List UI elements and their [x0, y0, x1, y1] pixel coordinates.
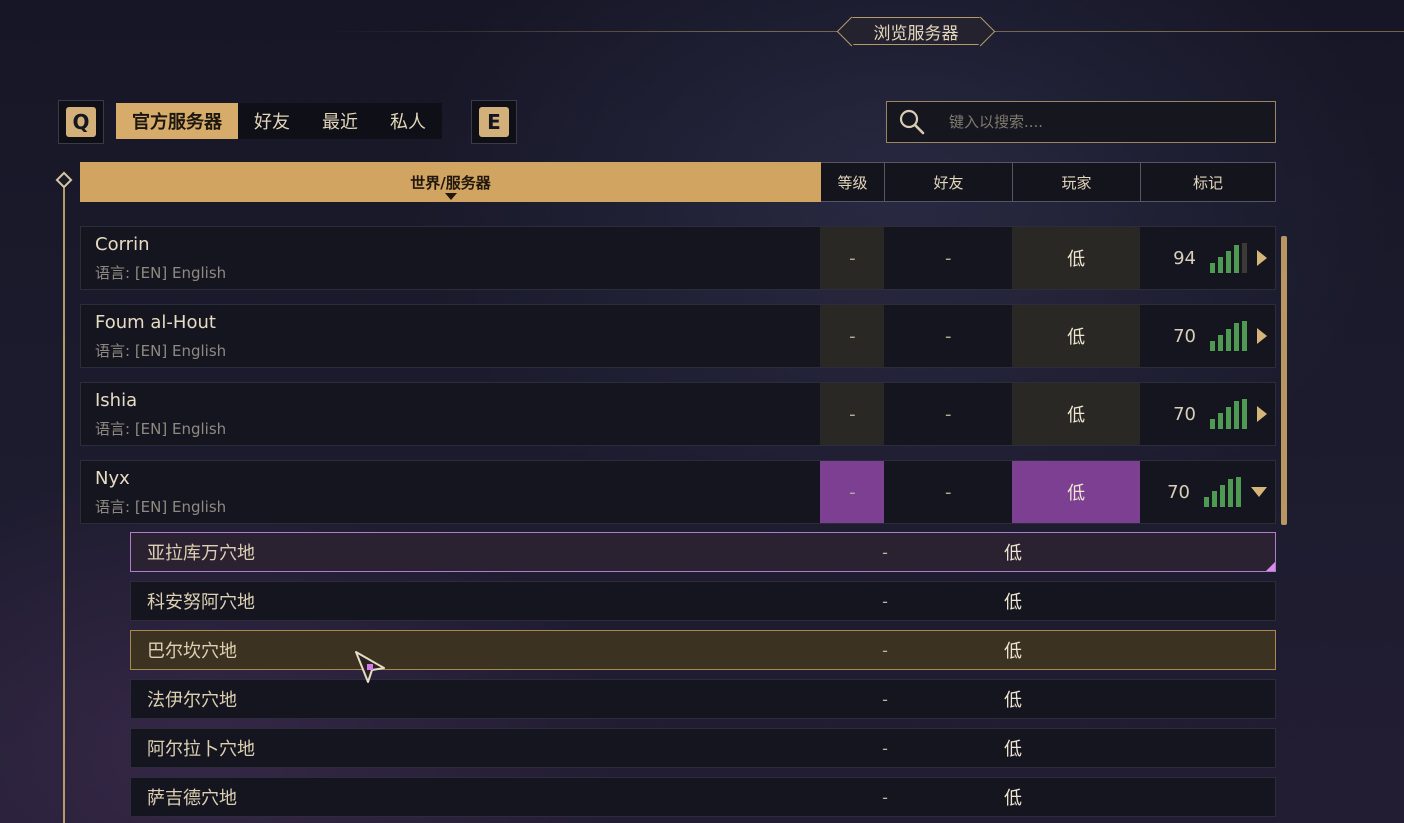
server-level: -: [820, 227, 885, 289]
server-friends: -: [945, 325, 952, 347]
page-title: 浏览服务器: [851, 17, 981, 45]
q-key-icon: Q: [66, 107, 96, 137]
signal-bars-icon: [1204, 477, 1241, 507]
tab-recent[interactable]: 最近: [306, 103, 374, 139]
server-row-nyx[interactable]: Nyx 语言: [EN] English - - 低 70: [80, 460, 1276, 524]
sub-server-friends: -: [882, 591, 888, 611]
server-language: 语言: [EN] English: [95, 341, 227, 360]
column-header-world-sorted[interactable]: 世界/服务器: [80, 162, 821, 202]
column-header-friends[interactable]: 好友: [885, 162, 1013, 202]
server-name: Foum al-Hout: [95, 311, 216, 333]
scrollbar[interactable]: [1281, 236, 1287, 525]
sub-server-name: 巴尔坎穴地: [147, 641, 237, 662]
sub-server-row[interactable]: 萨吉德穴地 - 低: [130, 777, 1276, 817]
server-ping: 70: [1173, 325, 1196, 347]
server-world-cell: Corrin 语言: [EN] English: [81, 227, 820, 289]
search-icon: [899, 109, 925, 135]
sub-server-players: 低: [1004, 543, 1022, 564]
sub-server-players: 低: [1004, 592, 1022, 613]
server-friends: -: [945, 481, 952, 503]
sub-server-friends: -: [882, 738, 888, 758]
server-players: 低: [1012, 461, 1141, 523]
page-title-text: 浏览服务器: [873, 23, 959, 44]
server-players: 低: [1012, 383, 1141, 445]
sub-server-name: 科安努阿穴地: [147, 592, 255, 613]
tab-friends[interactable]: 好友: [238, 103, 306, 139]
sub-server-name: 法伊尔穴地: [147, 690, 237, 711]
server-row-corrin[interactable]: Corrin 语言: [EN] English - - 低 94: [80, 226, 1276, 290]
server-language: 语言: [EN] English: [95, 263, 227, 282]
server-row-ishia[interactable]: Ishia 语言: [EN] English - - 低 70: [80, 382, 1276, 446]
expand-arrow-icon[interactable]: [1257, 406, 1267, 422]
signal-bars-icon: [1210, 399, 1247, 429]
sub-server-name: 亚拉库万穴地: [147, 543, 255, 564]
search-box[interactable]: [886, 101, 1276, 143]
rail-diamond-icon: [55, 171, 73, 189]
server-ping: 70: [1173, 403, 1196, 425]
sub-server-players: 低: [1004, 739, 1022, 760]
search-input[interactable]: [949, 113, 1249, 131]
signal-bars-icon: [1210, 321, 1247, 351]
server-players: 低: [1012, 305, 1141, 367]
server-friends: -: [945, 403, 952, 425]
mouse-cursor-icon: [355, 651, 385, 683]
column-header-players[interactable]: 玩家: [1013, 162, 1141, 202]
sub-server-friends: -: [882, 542, 888, 562]
e-key-icon: E: [479, 107, 509, 137]
tab-official-servers[interactable]: 官方服务器: [116, 103, 238, 139]
column-header-level[interactable]: 等级: [821, 162, 885, 202]
server-players: 低: [1012, 227, 1141, 289]
server-name: Nyx: [95, 467, 130, 489]
sub-server-row[interactable]: 亚拉库万穴地 - 低: [130, 532, 1276, 572]
server-tags: 94: [1140, 227, 1275, 289]
sub-server-players: 低: [1004, 788, 1022, 809]
server-ping: 94: [1173, 247, 1196, 269]
sub-server-players: 低: [1004, 641, 1022, 662]
server-world-cell: Foum al-Hout 语言: [EN] English: [81, 305, 820, 367]
server-world-cell: Ishia 语言: [EN] English: [81, 383, 820, 445]
server-level: -: [820, 305, 885, 367]
server-level: -: [820, 461, 885, 523]
collapse-arrow-icon[interactable]: [1251, 487, 1267, 497]
server-tabs: 官方服务器 好友 最近 私人: [116, 103, 442, 139]
tree-rail: [63, 186, 65, 823]
sub-server-name: 阿尔拉卜穴地: [147, 739, 255, 760]
sub-server-friends: -: [882, 640, 888, 660]
server-level: -: [820, 383, 885, 445]
sub-server-players: 低: [1004, 690, 1022, 711]
tab-private[interactable]: 私人: [374, 103, 442, 139]
server-language: 语言: [EN] English: [95, 497, 227, 516]
sub-server-friends: -: [882, 787, 888, 807]
sub-server-friends: -: [882, 689, 888, 709]
column-header-tags[interactable]: 标记: [1141, 162, 1276, 202]
sub-server-row[interactable]: 巴尔坎穴地 - 低: [130, 630, 1276, 670]
sub-server-row[interactable]: 阿尔拉卜穴地 - 低: [130, 728, 1276, 768]
server-world-cell: Nyx 语言: [EN] English: [81, 461, 820, 523]
server-language: 语言: [EN] English: [95, 419, 227, 438]
server-name: Corrin: [95, 233, 150, 255]
sub-server-row[interactable]: 科安努阿穴地 - 低: [130, 581, 1276, 621]
expand-arrow-icon[interactable]: [1257, 328, 1267, 344]
server-name: Ishia: [95, 389, 138, 411]
server-friends: -: [945, 247, 952, 269]
prev-tab-key-button[interactable]: Q: [58, 100, 104, 144]
table-header: 世界/服务器 等级 好友 玩家 标记: [80, 162, 1276, 202]
server-ping: 70: [1167, 481, 1190, 503]
sub-server-row[interactable]: 法伊尔穴地 - 低: [130, 679, 1276, 719]
sub-server-name: 萨吉德穴地: [147, 788, 237, 809]
signal-bars-icon: [1210, 243, 1247, 273]
server-tags: 70: [1140, 383, 1275, 445]
expand-arrow-icon[interactable]: [1257, 250, 1267, 266]
next-tab-key-button[interactable]: E: [471, 100, 517, 144]
server-tags: 70: [1140, 461, 1275, 523]
server-row-foum-al-hout[interactable]: Foum al-Hout 语言: [EN] English - - 低 70: [80, 304, 1276, 368]
server-tags: 70: [1140, 305, 1275, 367]
